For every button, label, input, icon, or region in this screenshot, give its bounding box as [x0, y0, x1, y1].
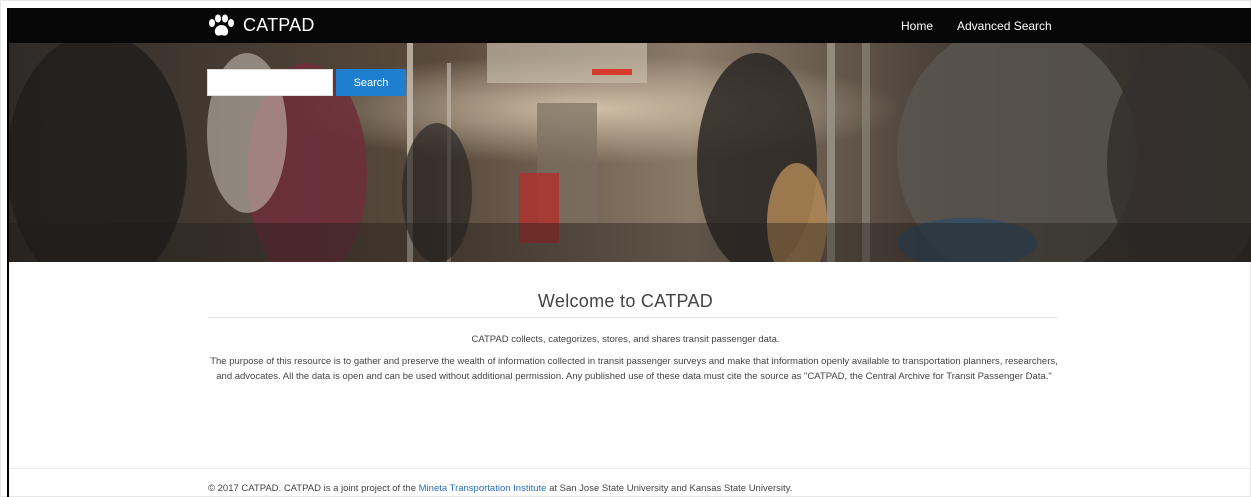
nav-home-link[interactable]: Home [901, 19, 933, 33]
title-divider [208, 317, 1058, 318]
purpose-text: The purpose of this resource is to gathe… [210, 356, 1058, 382]
search-input[interactable] [207, 69, 333, 96]
brand-logo-link[interactable]: CATPAD [207, 8, 315, 43]
hero-banner-image [7, 43, 1251, 262]
search-button[interactable]: Search [336, 69, 406, 96]
paw-icon [209, 14, 234, 36]
left-border [7, 8, 9, 497]
nav-advanced-search-link[interactable]: Advanced Search [957, 19, 1052, 33]
brand-name: CATPAD [243, 15, 315, 35]
footer-divider [9, 468, 1251, 469]
page-title: Welcome to CATPAD [537, 291, 714, 311]
footer: © 2017 CATPAD. CATPAD is a joint project… [208, 483, 792, 494]
footer-suffix-text: at San Jose State University and Kansas … [546, 483, 793, 494]
bus-interior-photo [7, 43, 1251, 262]
top-navbar: CATPAD Home Advanced Search [7, 8, 1251, 43]
footer-prefix-text: © 2017 CATPAD. CATPAD is a joint project… [208, 483, 419, 494]
mineta-institute-link[interactable]: Mineta Transportation Institute [419, 483, 547, 494]
intro-text: CATPAD collects, categorizes, stores, an… [471, 334, 780, 345]
